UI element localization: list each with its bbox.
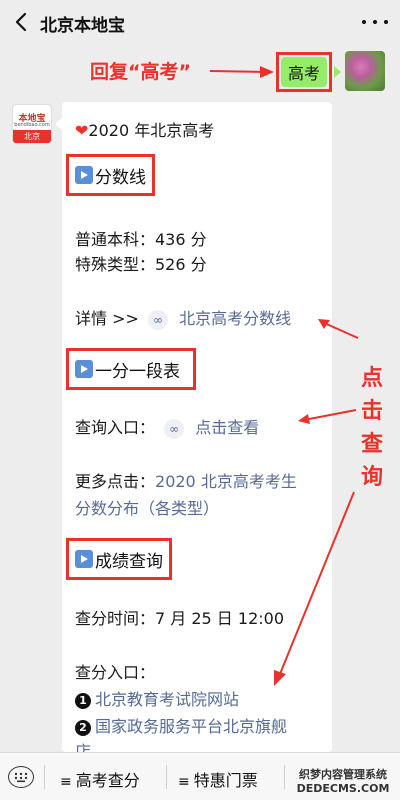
query-row: 查询入口： ∞ 点击查看 bbox=[75, 414, 259, 439]
back-button[interactable] bbox=[10, 10, 32, 34]
intro-text: 2020 年北京高考 bbox=[88, 121, 215, 140]
detail-row: 详情 >> ∞ 北京高考分数线 bbox=[75, 305, 291, 330]
query-link[interactable]: 点击查看 bbox=[195, 418, 259, 437]
score-line-undergrad: 普通本科：436 分 bbox=[75, 230, 207, 249]
menu-divider bbox=[44, 765, 45, 789]
watermark-line1: 织梦内容管理系统 bbox=[299, 768, 387, 781]
menu-list-icon: ≡ bbox=[60, 774, 72, 790]
gov-service-link-cont[interactable]: 店 bbox=[75, 738, 91, 752]
card-tail bbox=[55, 118, 62, 130]
click-query-annotation: 点 击 查 询 bbox=[355, 362, 389, 494]
section-heading-score-table: 一分一段表 bbox=[66, 348, 196, 390]
section-heading-text: 一分一段表 bbox=[95, 361, 180, 382]
more-dot-icon bbox=[362, 20, 366, 24]
more-dot-icon bbox=[373, 20, 377, 24]
entry-row-2: 2 国家政务服务平台北京旗舰 bbox=[75, 713, 287, 737]
user-avatar[interactable] bbox=[345, 51, 385, 91]
mini-program-icon: ∞ bbox=[148, 309, 168, 330]
section-heading-text: 成绩查询 bbox=[95, 551, 163, 572]
menu-list-icon: ≡ bbox=[178, 774, 190, 790]
score-line-link[interactable]: 北京高考分数线 bbox=[179, 309, 291, 328]
mini-program-icon: ∞ bbox=[164, 418, 185, 439]
menu-item-label: 特惠门票 bbox=[193, 771, 258, 790]
bot-avatar[interactable]: 本地宝 bendibao.com 北京 bbox=[12, 104, 52, 144]
detail-prefix: 详情 >> bbox=[75, 309, 139, 328]
menu-divider bbox=[284, 765, 285, 789]
score-line-special: 特殊类型：526 分 bbox=[75, 255, 207, 274]
entry-label: 查分入口： bbox=[75, 663, 156, 682]
user-bubble-highlight: 高考 bbox=[276, 52, 332, 92]
entry-row-1: 1 北京教育考试院网站 bbox=[75, 686, 239, 710]
menu-item-score-query[interactable]: ≡ 高考查分 bbox=[60, 767, 140, 791]
query-time: 查分时间：7 月 25 日 12:00 bbox=[75, 609, 284, 628]
play-icon bbox=[75, 360, 93, 378]
annot-char: 点 bbox=[360, 366, 383, 391]
exam-institute-link[interactable]: 北京教育考试院网站 bbox=[95, 690, 239, 709]
more-row: 更多点击：2020 北京高考考生 bbox=[75, 468, 297, 492]
more-options-button[interactable] bbox=[362, 12, 388, 32]
keyboard-icon bbox=[14, 772, 28, 783]
distribution-link-cont[interactable]: 分数分布（各类型） bbox=[75, 495, 219, 519]
chat-header: 北京本地宝 bbox=[0, 0, 400, 44]
watermark: 织梦内容管理系统 DEDECMS.COM bbox=[286, 768, 400, 800]
section-heading-text: 分数线 bbox=[95, 167, 146, 188]
keyboard-toggle-button[interactable] bbox=[8, 766, 34, 788]
user-bubble-tail bbox=[334, 66, 341, 78]
arrow-to-score-link-icon bbox=[318, 319, 359, 339]
menu-item-label: 高考查分 bbox=[75, 771, 140, 790]
play-icon bbox=[75, 166, 93, 184]
section-heading-score-query: 成绩查询 bbox=[66, 538, 172, 580]
arrow-to-query-link-icon bbox=[298, 409, 357, 424]
heart-icon: ❤ bbox=[75, 121, 89, 140]
chat-title: 北京本地宝 bbox=[40, 16, 125, 36]
reply-hint-annotation: 回复“高考” bbox=[90, 61, 191, 83]
watermark-line2: DEDECMS.COM bbox=[296, 782, 390, 795]
more-dot-icon bbox=[384, 20, 388, 24]
card-intro: ❤2020 年北京高考 bbox=[75, 117, 214, 141]
gov-service-link[interactable]: 国家政务服务平台北京旗舰 bbox=[95, 717, 287, 736]
section-heading-score-line: 分数线 bbox=[66, 154, 155, 196]
logo-city: 北京 bbox=[13, 130, 51, 143]
distribution-link[interactable]: 2020 北京高考考生 bbox=[155, 472, 297, 491]
arrow-to-entry-link-icon bbox=[274, 491, 355, 686]
menu-divider bbox=[166, 765, 167, 789]
play-icon bbox=[75, 550, 93, 568]
arrow-to-bubble-icon bbox=[209, 66, 274, 78]
annot-char: 询 bbox=[360, 465, 383, 490]
more-prefix: 更多点击： bbox=[75, 472, 156, 491]
user-message[interactable]: 高考 bbox=[281, 57, 327, 87]
number-two-icon: 2 bbox=[75, 719, 91, 736]
query-prefix: 查询入口： bbox=[75, 418, 156, 437]
annot-char: 击 bbox=[360, 399, 383, 424]
annot-char: 查 bbox=[360, 432, 383, 457]
logo-subtext: bendibao.com bbox=[14, 122, 50, 128]
number-one-icon: 1 bbox=[75, 692, 91, 709]
menu-item-tickets[interactable]: ≡ 特惠门票 bbox=[178, 767, 258, 791]
chevron-left-icon bbox=[15, 12, 27, 32]
